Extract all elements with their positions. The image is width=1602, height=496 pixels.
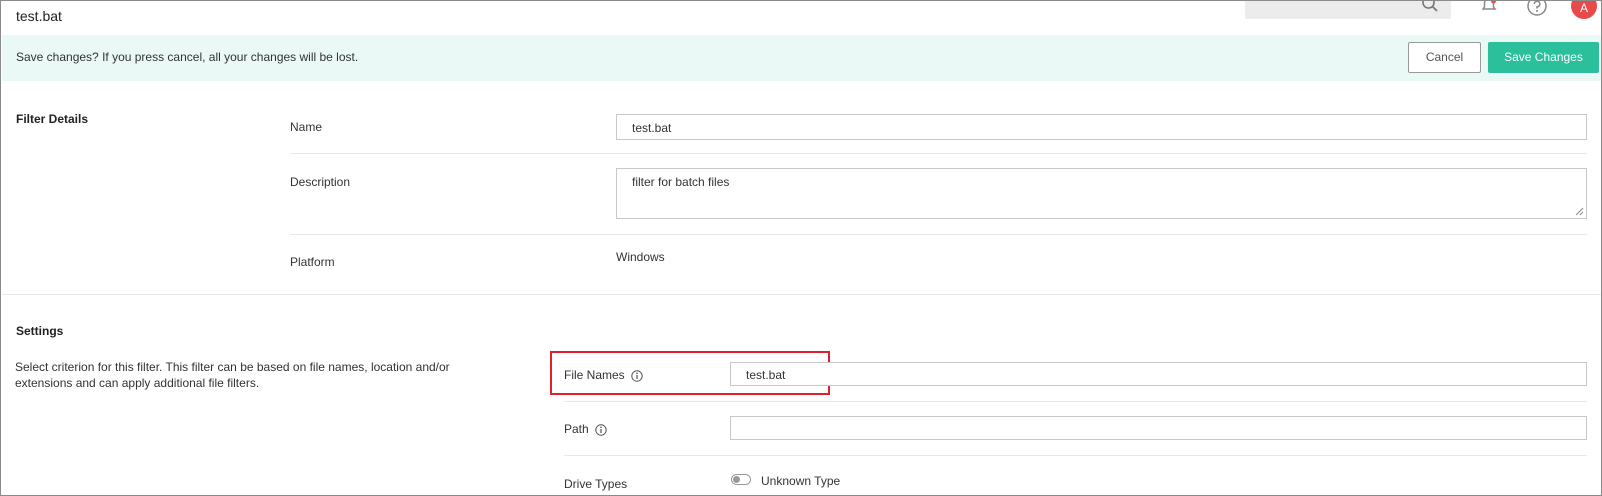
help-icon[interactable] (1526, 0, 1548, 17)
save-changes-button[interactable]: Save Changes (1488, 42, 1599, 73)
page-title: test.bat (16, 8, 62, 24)
window-frame: test.bat A Save changes? If you press ca… (0, 0, 1602, 496)
description-value: filter for batch files (632, 175, 730, 189)
drive-types-label: Drive Types (564, 477, 628, 491)
path-label-text: Path (564, 422, 589, 436)
user-avatar[interactable]: A (1571, 1, 1597, 19)
search-box[interactable] (1245, 1, 1451, 19)
path-label: Path (564, 422, 607, 436)
divider (290, 234, 1587, 235)
notifications-bell-icon[interactable] (1479, 0, 1499, 15)
divider (564, 455, 1587, 456)
platform-label: Platform (290, 255, 335, 269)
top-bar: test.bat A (1, 1, 1601, 35)
toggle-knob (733, 476, 740, 483)
settings-title: Settings (16, 324, 64, 338)
description-label: Description (290, 175, 351, 189)
path-input[interactable] (730, 416, 1587, 440)
banner-message: Save changes? If you press cancel, all y… (16, 50, 359, 64)
platform-value: Windows (616, 250, 665, 264)
file-names-label-text: File Names (564, 368, 625, 382)
unknown-type-label: Unknown Type (761, 474, 841, 488)
divider (290, 153, 1587, 154)
file-names-input[interactable]: test.bat (730, 362, 1587, 386)
divider (564, 401, 1587, 402)
info-icon[interactable] (630, 370, 643, 382)
settings-description: Select criterion for this filter. This f… (15, 360, 450, 390)
search-icon[interactable] (1421, 0, 1439, 13)
cancel-button[interactable]: Cancel (1408, 42, 1481, 73)
filter-details-title: Filter Details (16, 112, 89, 126)
description-textarea[interactable]: filter for batch files (616, 168, 1587, 219)
unsaved-changes-banner: Save changes? If you press cancel, all y… (2, 35, 1601, 81)
name-input[interactable]: test.bat (616, 114, 1587, 140)
file-names-label: File Names (564, 368, 643, 382)
info-icon[interactable] (594, 424, 607, 436)
name-label: Name (290, 120, 323, 134)
unknown-type-toggle[interactable] (731, 474, 751, 485)
resize-grip-icon[interactable] (1575, 207, 1584, 216)
section-divider (2, 294, 1601, 295)
